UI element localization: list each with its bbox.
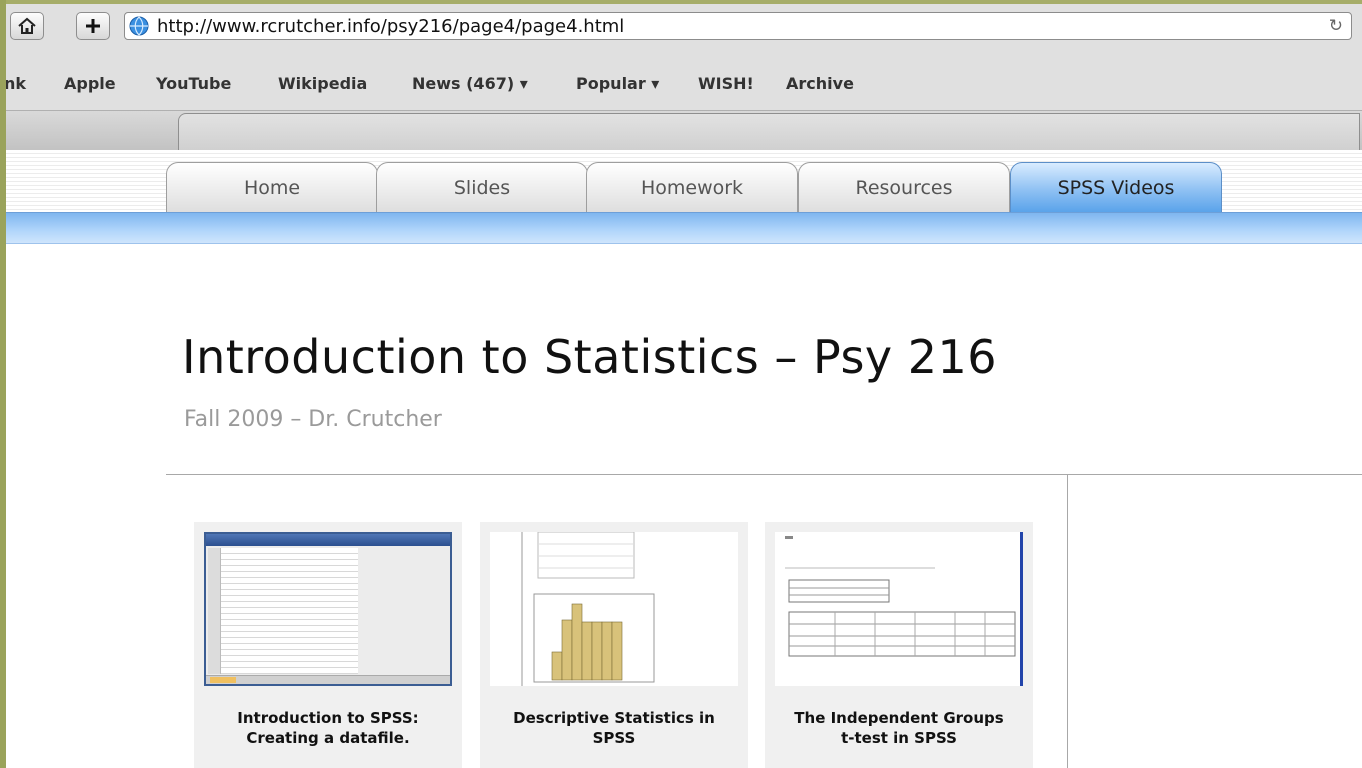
bookmark-wish[interactable]: WISH! (698, 74, 754, 93)
home-icon (18, 17, 36, 34)
bookmark-news[interactable]: News (467) ▾ (412, 74, 528, 93)
nav-bar (6, 212, 1362, 244)
bookmark-popular[interactable]: Popular ▾ (576, 74, 659, 93)
globe-icon (129, 16, 149, 36)
video-caption[interactable]: Introduction to SPSS: Creating a datafil… (194, 708, 462, 748)
bookmark-archive[interactable]: Archive (786, 74, 854, 93)
bookmark-youtube[interactable]: YouTube (156, 74, 231, 93)
video-card-intro-spss[interactable]: Introduction to SPSS: Creating a datafil… (194, 522, 462, 768)
plus-icon (86, 19, 100, 33)
bookmark-item[interactable]: nk (4, 74, 26, 93)
window-frame-left (0, 0, 6, 768)
browser-tab[interactable] (178, 113, 1360, 152)
output-table-image (785, 532, 1023, 686)
bookmarks-bar: nk Apple YouTube Wikipedia News (467) ▾ … (4, 74, 1362, 100)
video-card-descriptive-statistics[interactable]: Descriptive Statistics in SPSS (480, 522, 748, 768)
tab-spss-videos[interactable]: SPSS Videos (1010, 162, 1222, 212)
reload-icon[interactable]: ↻ (1329, 16, 1343, 36)
add-bookmark-button[interactable] (76, 12, 110, 40)
address-bar[interactable]: http://www.rcrutcher.info/psy216/page4/p… (124, 12, 1352, 40)
tab-home[interactable]: Home (166, 162, 378, 212)
page-title: Introduction to Statistics – Psy 216 (182, 330, 998, 384)
histogram-image (521, 532, 655, 686)
url-text: http://www.rcrutcher.info/psy216/page4/p… (157, 15, 625, 37)
tab-homework[interactable]: Homework (586, 162, 798, 212)
divider-vertical (1067, 475, 1068, 768)
browser-tab-strip (6, 110, 1362, 152)
window-frame-top (0, 0, 1362, 4)
video-thumbnail-t-test-table[interactable] (775, 532, 1023, 686)
bookmark-wikipedia[interactable]: Wikipedia (278, 74, 367, 93)
page-subtitle: Fall 2009 – Dr. Crutcher (184, 407, 442, 432)
bookmark-apple[interactable]: Apple (64, 74, 116, 93)
home-button[interactable] (10, 12, 44, 40)
video-caption[interactable]: Descriptive Statistics in SPSS (480, 708, 748, 748)
video-caption[interactable]: The Independent Groups t-test in SPSS (765, 708, 1033, 748)
video-thumbnail-spss-datafile[interactable] (204, 532, 452, 686)
tab-resources[interactable]: Resources (798, 162, 1010, 212)
tab-slides[interactable]: Slides (376, 162, 588, 212)
spss-window-image (204, 532, 452, 686)
browser-chrome: http://www.rcrutcher.info/psy216/page4/p… (4, 4, 1362, 152)
video-card-independent-t-test[interactable]: The Independent Groups t-test in SPSS (765, 522, 1033, 768)
video-thumbnail-histogram[interactable] (490, 532, 738, 686)
divider-horizontal (166, 474, 1362, 475)
